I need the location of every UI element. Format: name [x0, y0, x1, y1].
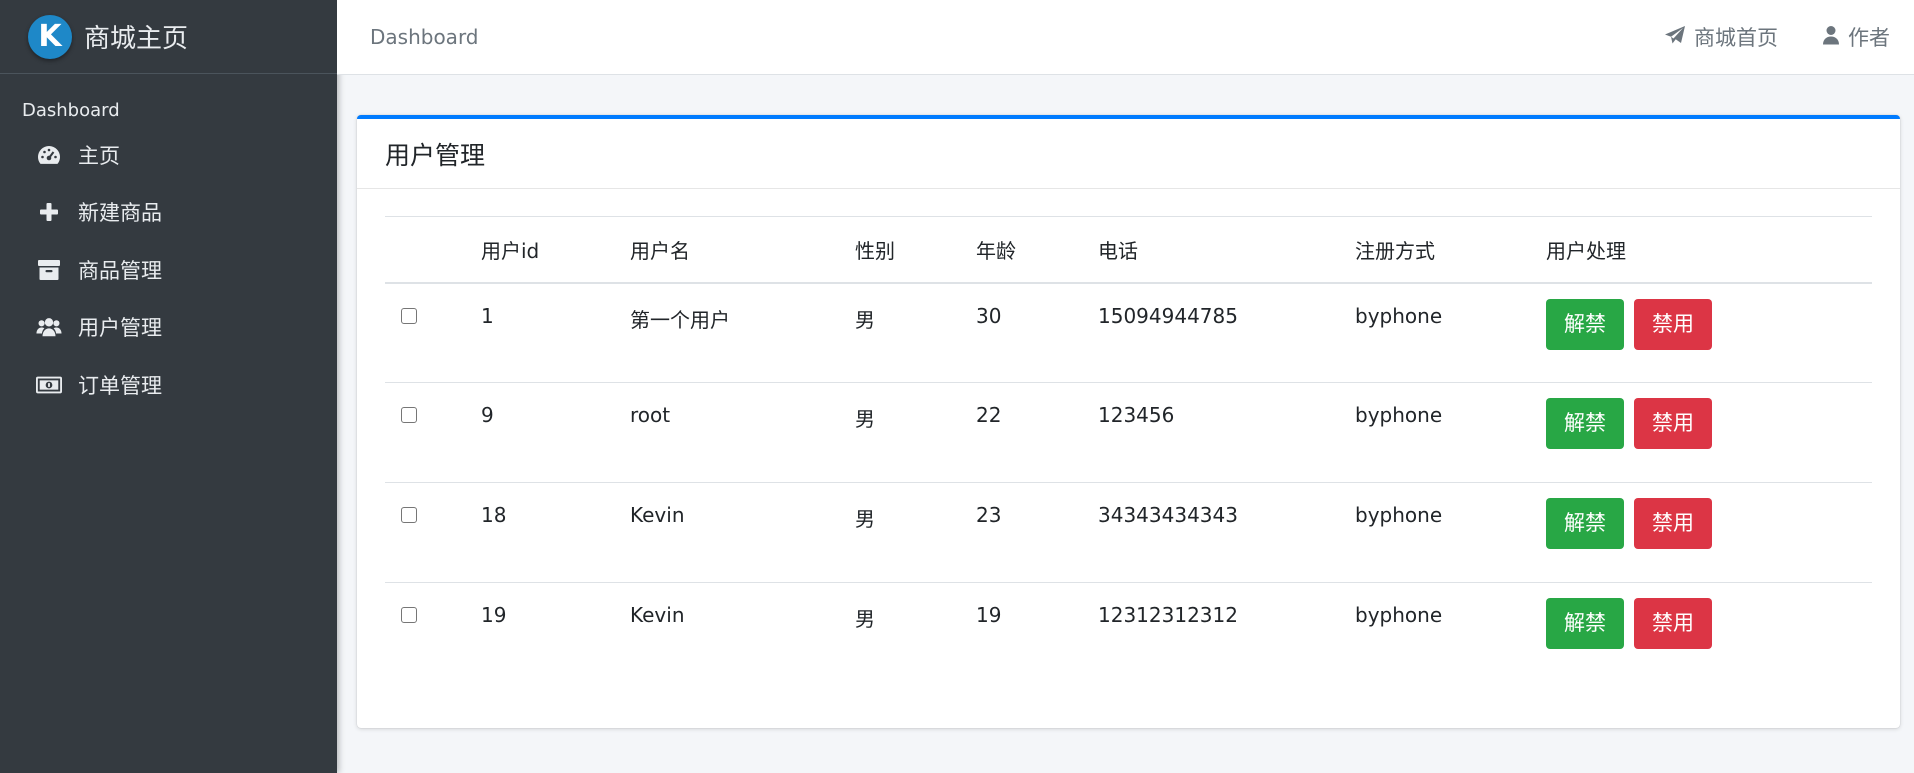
sidebar-item-label: 订单管理	[78, 373, 162, 398]
sidebar-item-product-management[interactable]: 商品管理	[0, 241, 337, 299]
cell-phone: 12312312312	[1098, 603, 1238, 627]
top-navbar: Dashboard 商城首页 作者	[337, 0, 1914, 75]
cell-registration: byphone	[1355, 482, 1546, 583]
cell-actions: 解禁 禁用	[1546, 583, 1872, 683]
cell-phone: 123456	[1098, 382, 1355, 483]
cell-age: 23	[976, 482, 1098, 583]
column-header-gender: 性别	[855, 216, 976, 284]
brand-link[interactable]: K 商城主页	[0, 0, 337, 74]
table-row: 1 第一个用户 男 30 15094944785 byphone 解禁 禁用	[385, 282, 1872, 383]
unban-button[interactable]: 解禁	[1546, 398, 1624, 449]
cell-username: Kevin	[630, 482, 855, 583]
cell-actions: 解禁 禁用	[1546, 382, 1872, 483]
cell-user-id: 9	[481, 382, 630, 483]
cell-gender: 男	[855, 482, 976, 583]
dashboard-gauge-icon	[36, 142, 62, 168]
column-header-age: 年龄	[976, 216, 1098, 284]
nav-header: Dashboard	[22, 100, 120, 121]
cell-user-id: 19	[481, 603, 507, 627]
ban-button[interactable]: 禁用	[1634, 298, 1712, 350]
sidebar-item-order-management[interactable]: 订单管理	[0, 356, 337, 414]
cell-registration: byphone	[1355, 603, 1443, 627]
card-title: 用户管理	[357, 119, 1900, 189]
row-checkbox[interactable]	[401, 507, 417, 523]
column-header-registration: 注册方式	[1355, 216, 1546, 284]
row-checkbox[interactable]	[401, 307, 417, 324]
archive-box-icon	[36, 257, 62, 283]
cell-username: root	[630, 382, 855, 483]
brand-logo: K	[28, 14, 72, 59]
cell-age: 30	[976, 282, 1098, 383]
unban-button[interactable]: 解禁	[1546, 598, 1624, 649]
sidebar-item-label: 用户管理	[78, 316, 162, 341]
author-link[interactable]: 作者	[1822, 22, 1890, 52]
cell-actions: 解禁 禁用	[1546, 282, 1872, 383]
sidebar-item-label: 商品管理	[78, 258, 162, 283]
plus-icon	[36, 199, 62, 225]
cell-actions: 解禁 禁用	[1546, 482, 1872, 583]
store-home-label: 商城首页	[1694, 26, 1778, 50]
column-header-phone: 电话	[1098, 216, 1355, 284]
user-management-card: 用户管理 用户id 用户名 性别 年龄 电话 注册方式 用户处理 1 第一个用户…	[357, 115, 1900, 728]
column-header-select	[385, 216, 481, 284]
column-header-actions: 用户处理	[1546, 216, 1872, 284]
sidebar: K 商城主页 Dashboard 主页 新建商品 商品管理 用户管理 订单管理	[0, 0, 337, 773]
cell-phone: 15094944785	[1098, 282, 1355, 383]
cell-user-id: 18	[481, 482, 630, 583]
cell-age: 19	[976, 603, 1002, 627]
sidebar-item-label: 主页	[78, 143, 120, 168]
money-bill-icon	[36, 372, 62, 398]
cell-gender: 男	[855, 607, 875, 631]
brand-text: 商城主页	[84, 24, 189, 54]
cell-registration: byphone	[1355, 382, 1546, 483]
cell-registration: byphone	[1355, 282, 1546, 383]
breadcrumb[interactable]: Dashboard	[370, 25, 479, 49]
unban-button[interactable]: 解禁	[1546, 298, 1624, 350]
row-checkbox[interactable]	[401, 407, 417, 423]
column-header-username: 用户名	[630, 216, 855, 284]
cell-gender: 男	[855, 382, 976, 483]
cell-username: 第一个用户	[630, 282, 855, 383]
cell-user-id: 1	[481, 282, 630, 383]
cell-phone: 34343434343	[1098, 482, 1355, 583]
sidebar-item-new-product[interactable]: 新建商品	[0, 184, 337, 242]
sidebar-item-home[interactable]: 主页	[0, 126, 337, 184]
cell-gender: 男	[855, 282, 976, 383]
table-row: 18 Kevin 男 23 34343434343 byphone 解禁 禁用	[385, 482, 1872, 583]
ban-button[interactable]: 禁用	[1634, 498, 1712, 549]
store-home-link[interactable]: 商城首页	[1664, 22, 1778, 52]
cell-age: 22	[976, 382, 1098, 483]
ban-button[interactable]: 禁用	[1634, 398, 1712, 449]
paper-plane-icon	[1664, 25, 1694, 50]
users-table: 用户id 用户名 性别 年龄 电话 注册方式 用户处理 1 第一个用户 男 30…	[385, 216, 1872, 683]
table-row: 9 root 男 22 123456 byphone 解禁 禁用	[385, 382, 1872, 483]
author-label: 作者	[1848, 26, 1890, 50]
users-icon	[36, 314, 62, 340]
unban-button[interactable]: 解禁	[1546, 498, 1624, 549]
ban-button[interactable]: 禁用	[1634, 598, 1712, 649]
table-row: 19 Kevin 男 19 12312312312 byphone 解禁 禁用	[385, 583, 1872, 683]
sidebar-item-user-management[interactable]: 用户管理	[0, 299, 337, 357]
row-checkbox[interactable]	[401, 607, 417, 623]
sidebar-item-label: 新建商品	[78, 201, 162, 226]
user-icon	[1822, 25, 1848, 50]
navbar-right: 商城首页 作者	[1620, 22, 1890, 52]
column-header-user-id: 用户id	[481, 216, 630, 284]
table-header-row: 用户id 用户名 性别 年龄 电话 注册方式 用户处理	[385, 216, 1872, 284]
cell-username: Kevin	[630, 603, 685, 627]
